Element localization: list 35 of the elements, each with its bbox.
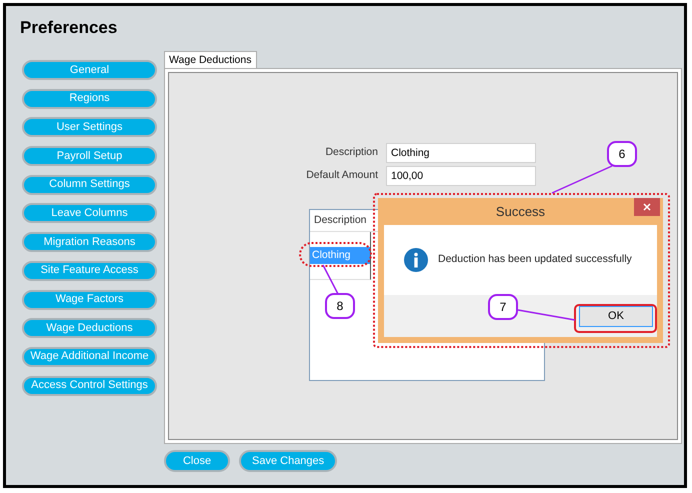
close-icon [643, 203, 651, 211]
sidebar-button[interactable]: Wage Factors [22, 290, 157, 310]
text-field[interactable]: Clothing [386, 143, 536, 163]
text-field[interactable]: 100,00 [386, 166, 536, 186]
callout-number: 6 [607, 141, 637, 167]
sidebar-button[interactable]: Column Settings [22, 174, 157, 195]
sidebar-button[interactable]: Regions [22, 88, 157, 109]
field-label: Default Amount [305, 168, 379, 184]
footer-button[interactable]: Save Changes [239, 450, 338, 472]
sidebar-button[interactable]: Leave Columns [22, 203, 157, 224]
sidebar-button[interactable]: Migration Reasons [22, 232, 157, 252]
sidebar-button[interactable]: User Settings [22, 117, 157, 138]
sidebar-button[interactable]: Wage Deductions [22, 318, 157, 338]
dialog-message: Deduction has been updated successfully [438, 252, 632, 268]
sidebar-button[interactable]: Wage Additional Income [22, 346, 157, 367]
tab[interactable]: Wage Deductions [164, 51, 256, 68]
dialog-title: Success [496, 202, 546, 221]
field-label: Description [324, 145, 379, 160]
column-header: Description [313, 212, 368, 228]
callout-number: 7 [488, 294, 518, 320]
table-cell[interactable]: Clothing [310, 247, 371, 264]
callout-number: 8 [325, 293, 355, 319]
leader-line [518, 309, 576, 321]
close-button[interactable] [634, 198, 660, 216]
info-icon [404, 248, 428, 272]
window-title: Preferences [20, 19, 118, 36]
sidebar-button[interactable]: Site Feature Access [22, 260, 157, 281]
leader-line [322, 264, 339, 294]
sidebar-button[interactable]: Payroll Setup [22, 146, 157, 166]
ok-button[interactable]: OK [579, 306, 653, 326]
footer-button[interactable]: Close [164, 450, 230, 472]
empty-row [310, 264, 371, 280]
sidebar-button[interactable]: Access Control Settings [22, 376, 157, 396]
sidebar-button[interactable]: General [22, 60, 157, 80]
leader-line [552, 165, 612, 194]
